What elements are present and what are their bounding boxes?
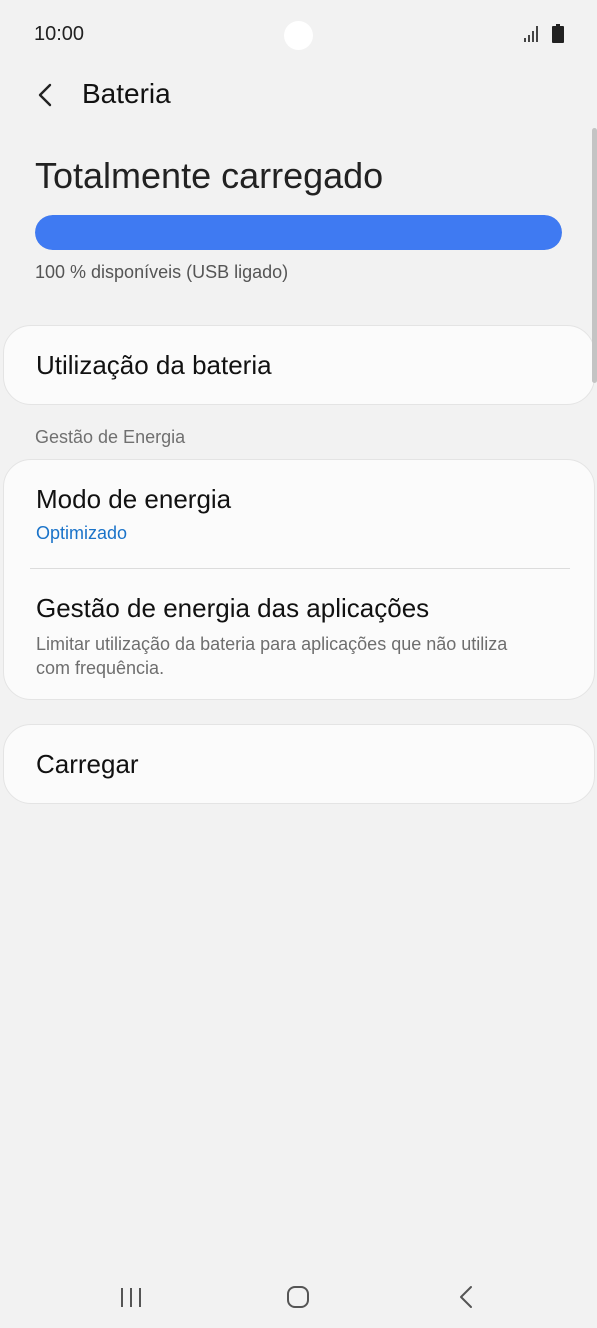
back-icon: [460, 1286, 472, 1308]
battery-level-fill: [35, 215, 562, 250]
recent-apps-icon: [121, 1288, 141, 1307]
page-title: Bateria: [82, 78, 171, 109]
power-mode-title: Modo de energia: [36, 484, 232, 514]
battery-usage-card[interactable]: Utilização da bateria: [3, 325, 595, 405]
phone-screen: 10:00 Bateria Totalmente carregado 100 %…: [0, 0, 597, 1328]
navigation-bar: [0, 1260, 597, 1328]
home-icon: [287, 1286, 309, 1308]
power-mode-item[interactable]: Modo de energia Optimizado: [36, 484, 564, 544]
divider: [30, 568, 570, 569]
battery-level-bar: [35, 215, 562, 250]
front-camera-cutout: [284, 21, 313, 50]
charging-label: Carregar: [36, 749, 139, 779]
power-mode-value: Optimizado: [36, 523, 128, 543]
battery-status-subtext: 100 % disponíveis (USB ligado): [35, 262, 289, 282]
section-label-power-management: Gestão de Energia: [35, 427, 186, 447]
status-time: 10:00: [34, 23, 85, 45]
signal-icon: [524, 26, 542, 42]
battery-usage-label: Utilização da bateria: [36, 350, 272, 380]
charging-card[interactable]: Carregar: [3, 724, 595, 804]
status-bar: 10:00: [0, 0, 597, 70]
app-header: Bateria: [0, 70, 597, 120]
app-power-management-title: Gestão de energia das aplicações: [36, 593, 430, 623]
app-power-management-item[interactable]: Gestão de energia das aplicações Limitar…: [36, 593, 564, 680]
home-button[interactable]: [268, 1276, 328, 1316]
recent-apps-button[interactable]: [101, 1276, 161, 1316]
app-power-management-description: Limitar utilização da bateria para aplic…: [36, 634, 508, 678]
battery-usage-item[interactable]: Utilização da bateria: [36, 350, 564, 381]
battery-icon: [552, 24, 564, 43]
scrollbar[interactable]: [592, 128, 597, 383]
charging-item[interactable]: Carregar: [36, 749, 564, 780]
chevron-left-icon: [38, 83, 52, 107]
nav-back-button[interactable]: [436, 1276, 496, 1316]
battery-status-headline: Totalmente carregado: [35, 155, 384, 196]
back-button[interactable]: [30, 78, 64, 112]
power-management-card: Modo de energia Optimizado Gestão de ene…: [3, 459, 595, 700]
